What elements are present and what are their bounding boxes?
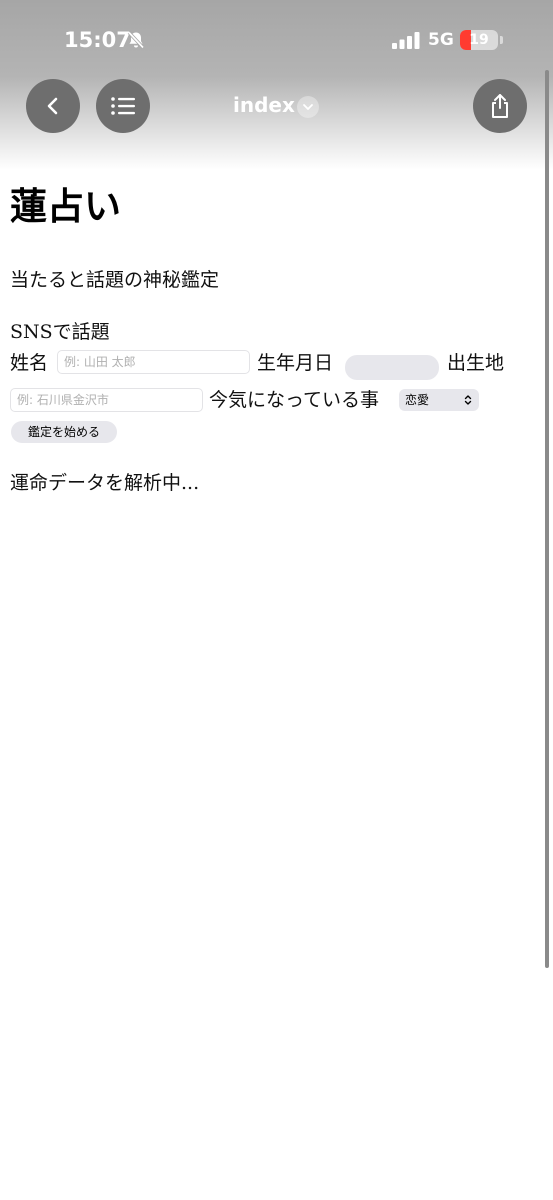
chevron-down-icon <box>303 104 313 110</box>
browser-top-bar <box>0 0 553 170</box>
page-heading: 蓮占い <box>10 184 121 228</box>
back-icon <box>47 97 58 115</box>
loading-text: 運命データを解析中... <box>10 472 200 494</box>
start-reading-button[interactable]: 鑑定を始める <box>11 421 117 443</box>
chevron-up-down-icon <box>464 395 472 405</box>
scroll-indicator[interactable] <box>545 70 549 968</box>
signal-icon <box>392 32 420 49</box>
name-label: 姓名 <box>10 352 49 374</box>
subtitle: 当たると話題の神秘鑑定 <box>10 269 220 291</box>
share-icon <box>492 94 508 118</box>
battery-percent: 19 <box>469 32 489 48</box>
name-input[interactable] <box>57 350 250 374</box>
sns-text: SNSで話題 <box>10 321 110 343</box>
tabs-list-button[interactable] <box>96 79 150 133</box>
page-title[interactable]: index <box>233 93 295 117</box>
birthdate-input[interactable] <box>345 355 439 380</box>
concern-selected-value: 恋愛 <box>405 393 430 407</box>
title-menu-button[interactable] <box>297 96 319 118</box>
concern-label: 今気になっている事 <box>209 389 380 411</box>
page-content: 蓮占い 当たると話題の神秘鑑定 SNSで話題 姓名 生年月日 出生地 今気になっ… <box>10 180 540 494</box>
list-icon <box>111 97 135 115</box>
share-button[interactable] <box>473 79 527 133</box>
bell-slash-icon <box>127 31 145 49</box>
birthplace-input[interactable] <box>10 388 203 412</box>
back-button[interactable] <box>26 79 80 133</box>
battery-icon: 19 <box>460 30 498 50</box>
concern-select[interactable]: 恋愛 <box>399 389 479 411</box>
network-type: 5G <box>428 30 454 50</box>
birthdate-label: 生年月日 <box>257 352 334 374</box>
status-time: 15:07 <box>64 28 131 52</box>
battery-cap <box>500 36 503 44</box>
birthplace-label: 出生地 <box>447 352 505 374</box>
